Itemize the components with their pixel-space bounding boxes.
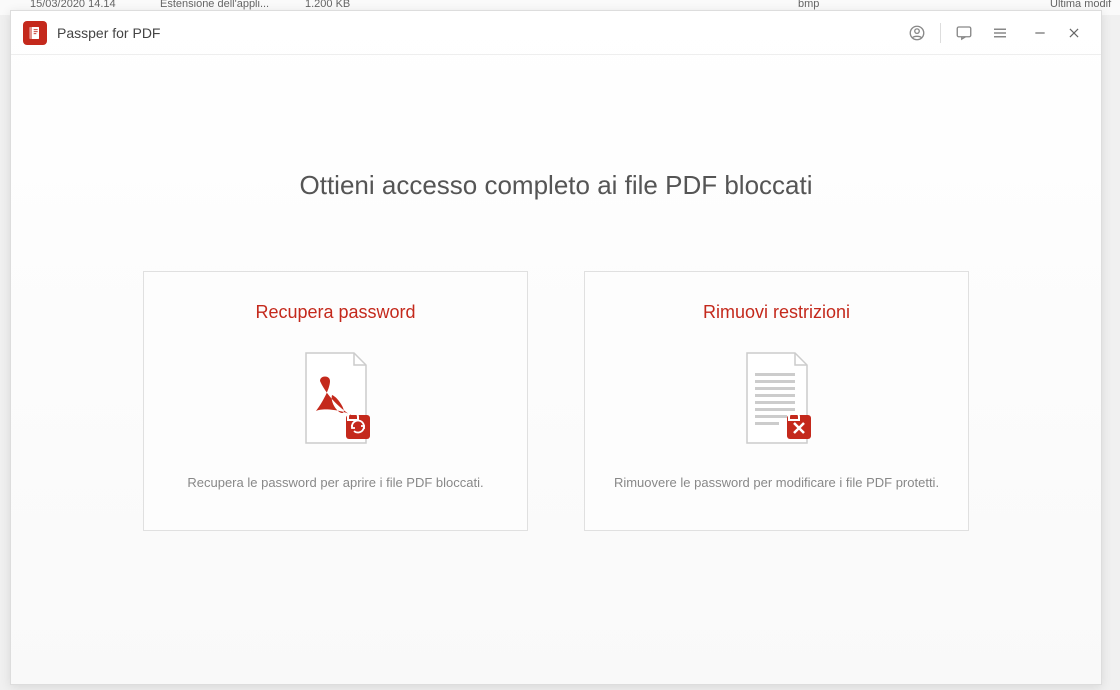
pdf-remove-icon: [739, 351, 815, 447]
remove-restrictions-card[interactable]: Rimuovi restrizioni: [584, 271, 969, 531]
bg-date: 15/03/2020 14.14: [30, 0, 116, 10]
recover-password-card[interactable]: Recupera password: [143, 271, 528, 531]
cards-container: Recupera password: [143, 271, 969, 531]
toolbar-right: [900, 16, 1089, 50]
bg-bmp: bmp: [798, 0, 819, 10]
window-controls: [1025, 18, 1089, 48]
remove-card-title: Rimuovi restrizioni: [703, 302, 850, 323]
minimize-button[interactable]: [1025, 18, 1055, 48]
page-headline: Ottieni accesso completo ai file PDF blo…: [300, 170, 813, 201]
recover-card-desc: Recupera le password per aprire i file P…: [167, 475, 503, 490]
bg-size: 1.200 KB: [305, 0, 350, 10]
feedback-icon[interactable]: [947, 16, 981, 50]
bg-ext: Estensione dell'appli...: [160, 0, 269, 10]
app-title: Passper for PDF: [57, 25, 900, 41]
close-button[interactable]: [1059, 18, 1089, 48]
user-account-icon[interactable]: [900, 16, 934, 50]
menu-icon[interactable]: [983, 16, 1017, 50]
bg-last-mod: Ultima modif: [1050, 0, 1111, 10]
remove-card-desc: Rimuovere le password per modificare i f…: [594, 475, 959, 490]
divider: [940, 23, 941, 43]
main-window: Passper for PDF: [10, 10, 1102, 685]
title-bar: Passper for PDF: [11, 11, 1101, 55]
recover-card-title: Recupera password: [255, 302, 415, 323]
pdf-recover-icon: [298, 351, 374, 447]
app-logo-icon: [23, 21, 47, 45]
content-area: Ottieni accesso completo ai file PDF blo…: [11, 55, 1101, 684]
